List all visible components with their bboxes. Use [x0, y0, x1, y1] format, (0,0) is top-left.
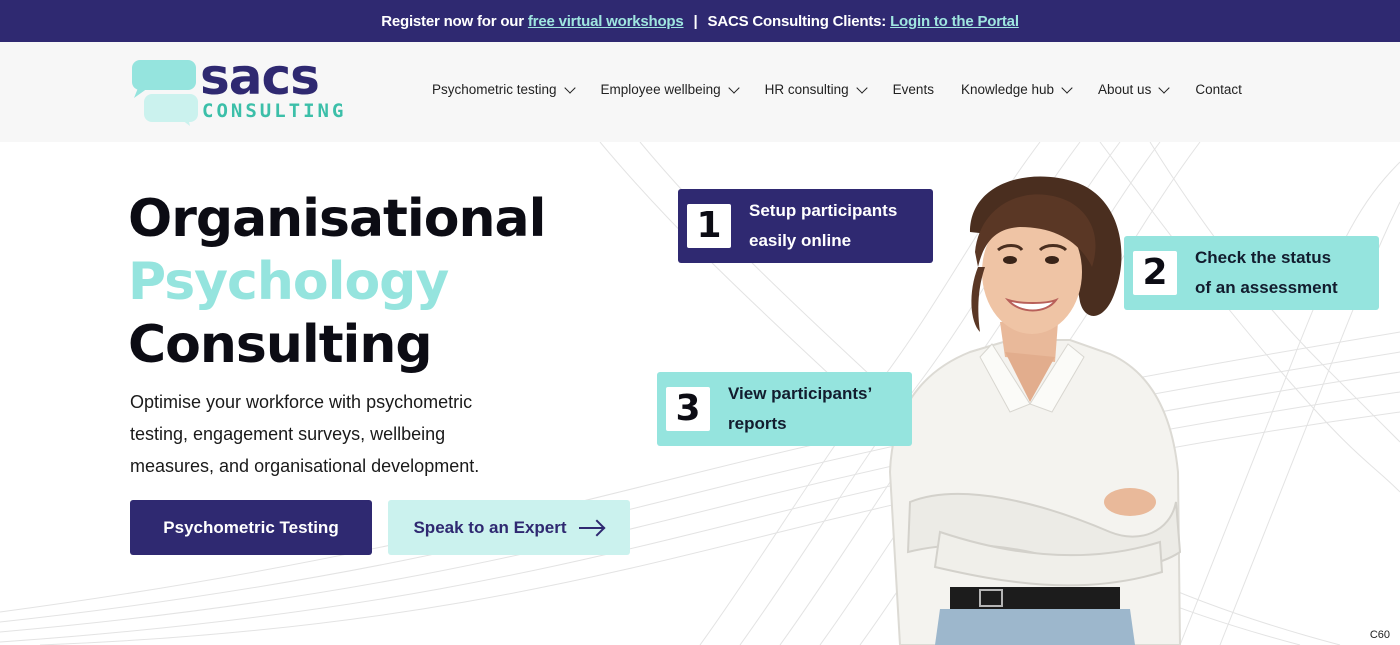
step-text: Setup participants easily online	[749, 196, 897, 256]
step-line2: easily online	[749, 231, 852, 250]
announcement-separator: |	[693, 12, 698, 30]
main-nav: Psychometric testing Employee wellbeing …	[432, 81, 1242, 97]
step-3-card: 3 View participants’ reports	[657, 372, 912, 446]
clients-text: SACS Consulting Clients:	[707, 12, 887, 30]
step-line1: Setup participants	[749, 201, 898, 220]
step-number: 3	[666, 387, 710, 431]
step-text: View participants’ reports	[728, 379, 872, 439]
nav-label: Knowledge hub	[960, 82, 1055, 97]
button-label: Psychometric Testing	[163, 517, 339, 537]
nav-events[interactable]: Events	[893, 82, 934, 97]
nav-label: About us	[1098, 82, 1152, 97]
hero-title-line3: Consulting	[128, 315, 433, 375]
step-number: 1	[687, 204, 731, 248]
hero-title-line1: Organisational	[128, 189, 546, 249]
arrow-right-icon	[578, 519, 605, 537]
chevron-down-icon	[563, 81, 576, 94]
step-line1: Check the status	[1195, 248, 1332, 267]
logo-subtitle: CONSULTING	[202, 100, 347, 122]
nav-label: Psychometric testing	[432, 82, 557, 97]
hero-description: Optimise your workforce with psychometri…	[130, 392, 480, 476]
nav-label: Contact	[1195, 82, 1242, 97]
step-number: 2	[1133, 251, 1177, 295]
step-2-card: 2 Check the status of an assessment	[1124, 236, 1379, 310]
speak-to-expert-button[interactable]: Speak to an Expert	[388, 500, 630, 555]
nav-psychometric-testing[interactable]: Psychometric testing	[432, 81, 576, 97]
step-line2: reports	[728, 414, 787, 433]
chevron-down-icon	[856, 81, 868, 94]
chevron-down-icon	[1061, 81, 1073, 94]
nav-knowledge-hub[interactable]: Knowledge hub	[960, 81, 1073, 97]
sacs-logo[interactable]: sacs CONSULTING	[130, 52, 343, 126]
nav-label: Employee wellbeing	[600, 82, 721, 97]
hero-title-line2: Psychology	[128, 252, 449, 312]
nav-label: Events	[892, 82, 934, 97]
speech-bubbles-icon	[132, 60, 198, 126]
nav-employee-wellbeing[interactable]: Employee wellbeing	[600, 81, 740, 97]
nav-label: HR consulting	[764, 82, 849, 97]
logo-wordmark: sacs	[200, 48, 320, 106]
announcement-bar: Register now for our free virtual worksh…	[0, 0, 1400, 42]
step-1-card: 1 Setup participants easily online	[678, 189, 933, 263]
hero-title: Organisational Psychology Consulting	[128, 188, 546, 377]
nav-contact[interactable]: Contact	[1195, 82, 1242, 97]
corner-label: C60	[1369, 629, 1390, 641]
chevron-down-icon	[1158, 81, 1170, 94]
announcement-prefix: Register now for our	[381, 12, 524, 30]
nav-about-us[interactable]: About us	[1098, 81, 1170, 97]
button-label: Speak to an Expert	[413, 517, 567, 537]
step-line2: of an assessment	[1195, 278, 1338, 297]
portal-login-link[interactable]: Login to the Portal	[890, 13, 1019, 30]
nav-hr-consulting[interactable]: HR consulting	[764, 81, 868, 97]
psychometric-testing-button[interactable]: Psychometric Testing	[130, 500, 372, 555]
workshops-link[interactable]: free virtual workshops	[528, 13, 684, 30]
step-line1: View participants’	[728, 384, 873, 403]
step-text: Check the status of an assessment	[1195, 243, 1338, 303]
chevron-down-icon	[727, 81, 740, 94]
